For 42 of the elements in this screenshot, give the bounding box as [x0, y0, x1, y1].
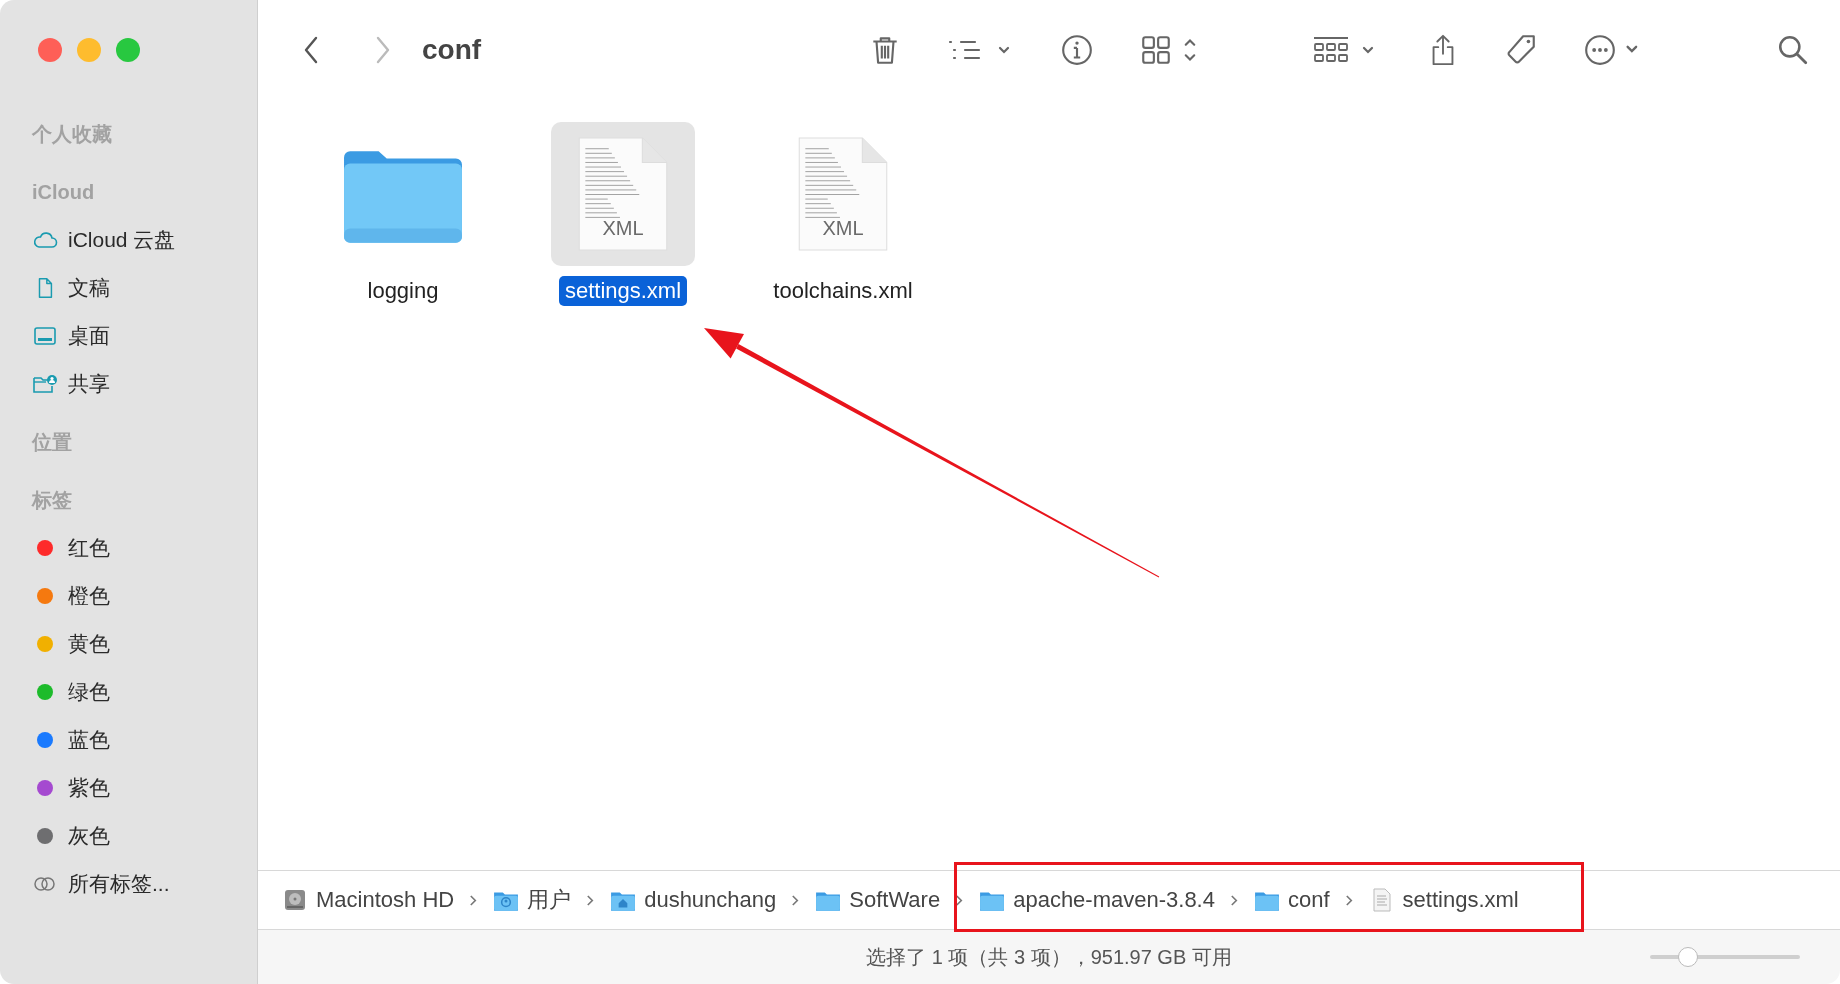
sidebar-heading: iCloud [32, 180, 96, 205]
sidebar-item[interactable]: 共享 [32, 360, 257, 408]
path-item[interactable]: conf [1253, 887, 1330, 913]
xml-document-icon[interactable]: XML [797, 136, 889, 252]
path-item[interactable]: Macintosh HD [282, 887, 455, 913]
info-icon[interactable] [1060, 33, 1094, 67]
chevron-icon [1344, 893, 1354, 907]
icon-size-slider[interactable] [1650, 947, 1800, 967]
sidebar-item[interactable]: 灰色 [32, 812, 257, 860]
chevron-icon [791, 893, 801, 907]
desktop-icon [32, 325, 58, 347]
path-item[interactable]: apache-maven-3.8.4 [979, 887, 1215, 913]
cloud-icon [32, 229, 58, 251]
chevron-icon [955, 893, 965, 907]
sidebar-item[interactable]: iCloud 云盘 [32, 216, 257, 264]
sidebar-heading: 位置 [32, 430, 73, 455]
chevron-icon [586, 893, 596, 907]
sidebar-item[interactable]: 橙色 [32, 572, 257, 620]
sidebar-item[interactable]: 文稿 [32, 264, 257, 312]
sidebar-item[interactable]: 黄色 [32, 620, 257, 668]
chevron-icon [469, 893, 479, 907]
path-item[interactable]: 用户 [493, 885, 572, 915]
sidebar-heading: 标签 [32, 488, 73, 513]
file-name[interactable]: toolchains.xml [767, 276, 919, 306]
sidebar-item[interactable]: 绿色 [32, 668, 257, 716]
sidebar-item[interactable]: 所有标签... [32, 860, 257, 908]
sidebar-item[interactable]: 紫色 [32, 764, 257, 812]
xml-document-icon[interactable]: XML [577, 136, 669, 252]
sidebar-item[interactable]: 红色 [32, 524, 257, 572]
shared-folder-icon [32, 373, 58, 395]
chevron-icon [1229, 893, 1239, 907]
sidebar-item[interactable]: 桌面 [32, 312, 257, 360]
sidebar-heading: 个人收藏 [32, 122, 113, 147]
search-icon[interactable] [1776, 33, 1810, 67]
path-item[interactable]: settings.xml [1368, 887, 1519, 913]
window-title: conf [422, 34, 482, 66]
file-name[interactable]: logging [361, 276, 445, 306]
path-item[interactable]: SoftWare [815, 887, 941, 913]
path-item[interactable]: dushunchang [610, 887, 777, 913]
sidebar-item[interactable]: 蓝色 [32, 716, 257, 764]
status-text: 选择了 1 项（共 3 项），951.97 GB 可用 [866, 944, 1232, 970]
file-name[interactable]: settings.xml [558, 276, 688, 306]
